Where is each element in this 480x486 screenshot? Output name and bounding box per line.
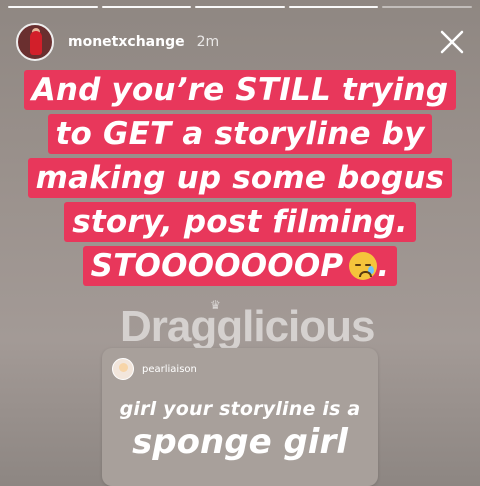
progress-segment <box>101 6 192 8</box>
caption: And you’re STILL trying to GET a storyli… <box>0 70 480 290</box>
timestamp: 2m <box>196 34 220 50</box>
story-header: monetxchange 2m <box>16 22 466 62</box>
caption-line: And you’re STILL trying <box>23 70 457 110</box>
caption-line: making up some bogus <box>27 158 453 198</box>
caption-line-text: STOOOOOOOP <box>90 248 344 284</box>
card-text-small: girl your storyline is a <box>119 398 361 420</box>
progress-segment <box>288 6 379 8</box>
card-username: pearliaison <box>142 363 197 375</box>
progress-segment <box>195 6 285 8</box>
caption-line-last: STOOOOOOOP. <box>82 246 398 286</box>
caption-line: story, post filming. <box>64 202 416 242</box>
username[interactable]: monetxchange <box>68 34 185 50</box>
progress-segment <box>8 6 98 8</box>
close-icon <box>440 30 464 54</box>
progress-segment <box>382 6 472 8</box>
crying-face-icon <box>349 252 378 280</box>
close-button[interactable] <box>438 28 466 56</box>
shared-story-card[interactable]: pearliaison girl your storyline is a spo… <box>102 348 378 486</box>
avatar[interactable] <box>16 23 54 61</box>
story-progress-bar <box>8 6 472 8</box>
card-text-big: sponge girl <box>132 422 348 462</box>
card-header: pearliaison <box>102 348 378 380</box>
watermark: Dragglicious <box>120 302 376 351</box>
caption-line: to GET a storyline by <box>47 114 433 154</box>
avatar <box>112 358 134 380</box>
